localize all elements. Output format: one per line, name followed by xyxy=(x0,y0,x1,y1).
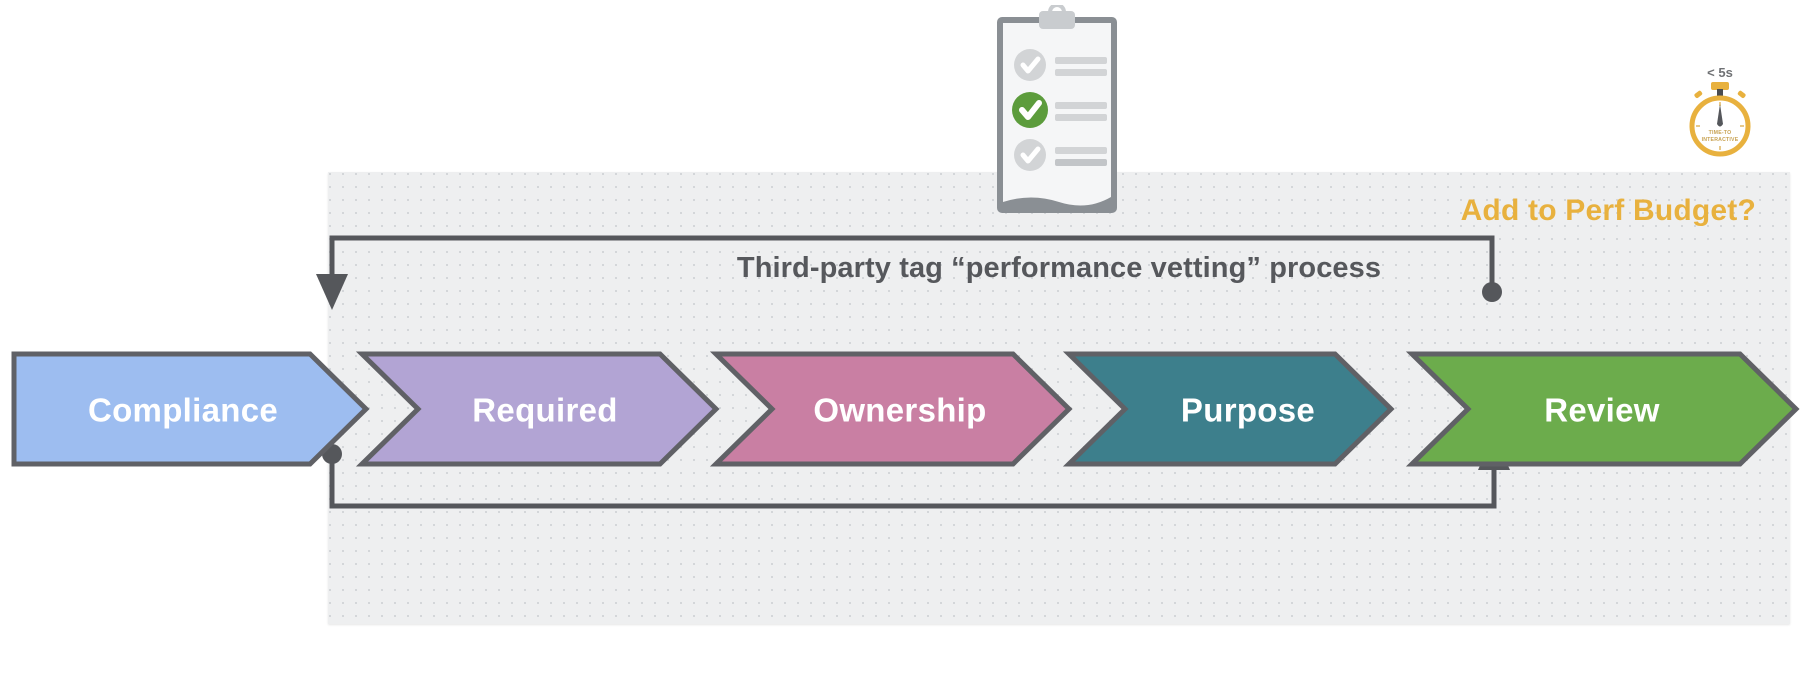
stage-review-label: Review xyxy=(1544,392,1660,429)
process-stage-chevrons: Compliance Required Ownership Purpose Re… xyxy=(11,351,1800,467)
text-line xyxy=(1055,69,1107,76)
top-feedback-loop xyxy=(316,235,1502,310)
text-line xyxy=(1055,114,1107,121)
stage-compliance-label: Compliance xyxy=(88,392,278,429)
stage-purpose[interactable]: Purpose xyxy=(1062,351,1395,467)
stage-ownership-label: Ownership xyxy=(813,392,986,429)
stopwatch-icon: < 5s TIME-TO INTERACTIVE xyxy=(1689,65,1751,157)
stopwatch-threshold-label: < 5s xyxy=(1707,65,1733,80)
top-loop-path xyxy=(329,235,1495,290)
stopwatch-right-nub xyxy=(1737,90,1746,99)
stage-required-label: Required xyxy=(472,392,617,429)
diagram-canvas: Add to Perf Budget? Third-party tag “per… xyxy=(0,0,1810,690)
top-loop-arrowhead xyxy=(316,274,348,310)
stopwatch-metric-line2: INTERACTIVE xyxy=(1702,137,1739,143)
text-line xyxy=(1055,147,1107,154)
stopwatch-left-nub xyxy=(1694,90,1703,99)
text-line xyxy=(1055,57,1107,64)
stage-required[interactable]: Required xyxy=(355,351,720,467)
stopwatch-crown xyxy=(1711,82,1729,90)
stage-purpose-label: Purpose xyxy=(1181,392,1315,429)
top-loop-origin-dot xyxy=(1482,282,1502,302)
stage-compliance[interactable]: Compliance xyxy=(11,351,370,467)
stopwatch-metric-line1: TIME-TO xyxy=(1709,130,1732,136)
stage-ownership[interactable]: Ownership xyxy=(709,351,1073,467)
stopwatch-needle xyxy=(1717,104,1723,127)
clipboard-icon xyxy=(997,5,1117,213)
text-line xyxy=(1055,159,1107,166)
stage-review[interactable]: Review xyxy=(1405,351,1800,467)
text-line xyxy=(1055,102,1107,109)
